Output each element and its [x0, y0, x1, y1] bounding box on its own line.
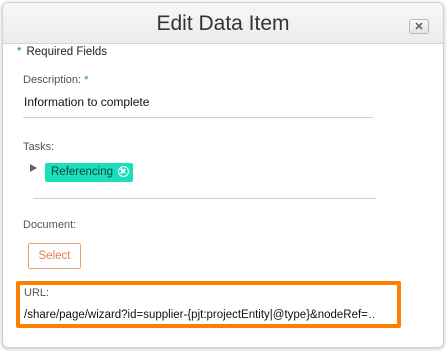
description-underline	[23, 117, 373, 118]
edit-data-item-dialog: Edit Data Item * Required Fields Descript…	[2, 2, 444, 348]
description-required-asterisk: *	[84, 74, 89, 86]
close-button[interactable]	[409, 19, 429, 34]
task-tag-referencing: Referencing	[45, 163, 134, 182]
document-label: Document:	[23, 219, 77, 231]
required-fields-note: * Required Fields	[17, 46, 107, 58]
remove-circle-icon[interactable]	[118, 166, 130, 177]
url-field[interactable]: /share/page/wizard?id=supplier-{pjt:proj…	[24, 309, 374, 323]
dialog-titlebar: Edit Data Item	[3, 3, 443, 44]
dialog-title: Edit Data Item	[156, 12, 290, 35]
required-asterisk: *	[17, 46, 22, 58]
tasks-underline	[33, 198, 376, 199]
description-label: Description: *	[23, 74, 88, 86]
document-select-button[interactable]: Select	[28, 243, 81, 269]
url-label: URL:	[24, 287, 50, 299]
close-icon	[415, 22, 423, 30]
description-value[interactable]: Information to complete	[24, 95, 149, 109]
tasks-label: Tasks:	[23, 141, 55, 153]
triangle-right-icon[interactable]	[30, 164, 37, 172]
description-label-text: Description:	[23, 74, 82, 86]
task-tag-label: Referencing	[51, 166, 114, 178]
required-fields-text: Required Fields	[26, 46, 108, 58]
